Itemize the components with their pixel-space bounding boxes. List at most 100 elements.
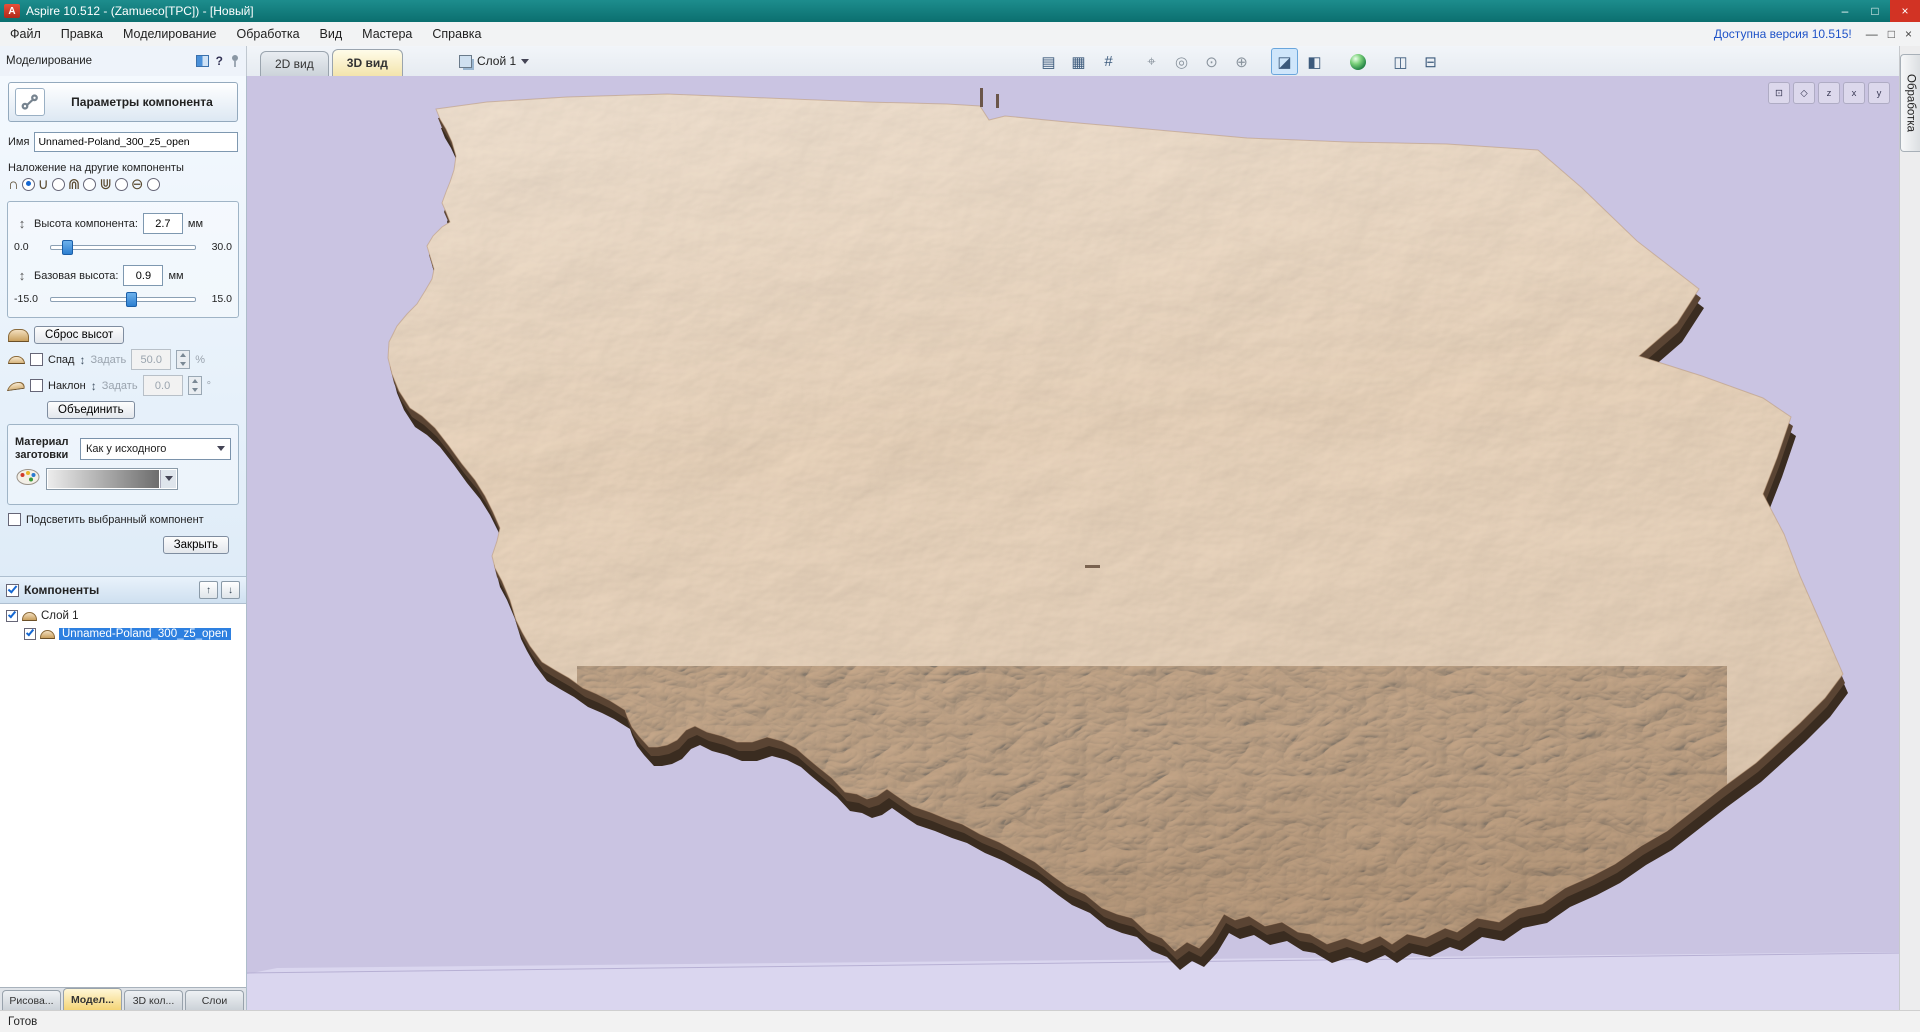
- grid-toggle-icon[interactable]: #: [1095, 48, 1122, 75]
- fade-direction-icon[interactable]: ↕: [79, 353, 85, 367]
- component-height-input[interactable]: [142, 213, 183, 234]
- layer-selector[interactable]: Слой 1: [452, 51, 536, 71]
- menu-edit[interactable]: Правка: [51, 27, 113, 41]
- reset-heights-icon: [8, 328, 29, 342]
- fade-amount-input[interactable]: [131, 349, 172, 370]
- combine-mode-row: ∩ ∪ ⋒ ⋓ ⊖: [8, 177, 238, 192]
- combine-merge-high-radio[interactable]: [83, 178, 97, 191]
- menu-modeling[interactable]: Моделирование: [113, 27, 227, 41]
- reset-heights-button[interactable]: Сброс высот: [34, 326, 125, 344]
- base-height-icon: ↕: [18, 268, 26, 283]
- tilt-direction-icon[interactable]: ↕: [91, 379, 97, 393]
- update-version-link[interactable]: Доступна версия 10.515!: [1714, 27, 1852, 41]
- palette-icon[interactable]: [15, 466, 41, 491]
- panel-tab-layers[interactable]: Слои: [185, 990, 244, 1010]
- tab-3d-view[interactable]: 3D вид: [331, 49, 403, 76]
- move-up-button[interactable]: ↑: [199, 581, 218, 600]
- zoom-drag-icon[interactable]: ⊙: [1198, 48, 1225, 75]
- x-view-button[interactable]: x: [1843, 82, 1865, 104]
- combine-add-radio[interactable]: [21, 178, 35, 191]
- mdi-minimize-button[interactable]: —: [1866, 27, 1878, 41]
- split-view-icon[interactable]: ⊟: [1417, 48, 1444, 75]
- 3d-viewport[interactable]: ⊡ ◇ z x y: [247, 76, 1900, 1010]
- base-height-input[interactable]: [123, 265, 164, 286]
- mdi-restore-button[interactable]: □: [1888, 27, 1895, 41]
- minimize-button[interactable]: –: [1830, 0, 1860, 22]
- move-down-button[interactable]: ↓: [221, 581, 240, 600]
- zoom-window-icon[interactable]: ◎: [1168, 48, 1195, 75]
- combine-subtract-icon: ∪: [37, 176, 49, 193]
- component-visibility-checkbox[interactable]: [24, 628, 36, 641]
- menu-view[interactable]: Вид: [310, 27, 353, 41]
- swatch-dropdown-button[interactable]: [160, 469, 176, 488]
- pin-icon[interactable]: [230, 54, 240, 68]
- single-view-icon[interactable]: ◫: [1387, 48, 1414, 75]
- panel-tab-clipart[interactable]: 3D кол...: [124, 990, 183, 1010]
- tree-row-layer[interactable]: Слой 1: [0, 607, 246, 625]
- material-select[interactable]: Как у исходного: [80, 437, 231, 460]
- fade-spinner[interactable]: [176, 350, 191, 369]
- fade-unit: %: [195, 353, 206, 366]
- window-controls: – □ ×: [1830, 0, 1920, 22]
- menu-file[interactable]: Файл: [0, 27, 51, 41]
- base-height-unit: мм: [168, 269, 184, 282]
- fade-checkbox[interactable]: [30, 353, 43, 366]
- height-slider-max: 30.0: [211, 241, 232, 253]
- z-view-button[interactable]: z: [1818, 82, 1840, 104]
- base-height-slider[interactable]: [50, 291, 196, 307]
- menu-toolpaths[interactable]: Обработка: [227, 27, 310, 41]
- tab-2d-view[interactable]: 2D вид: [260, 51, 329, 76]
- y-view-button[interactable]: y: [1868, 82, 1890, 104]
- tab-toolpaths[interactable]: Обработка: [1900, 54, 1920, 152]
- highlight-row: Подсветить выбранный компонент: [8, 513, 238, 527]
- layer-visibility-checkbox[interactable]: [6, 610, 18, 623]
- panel-tab-modeling[interactable]: Модел...: [63, 988, 122, 1010]
- menu-help[interactable]: Справка: [422, 27, 491, 41]
- combine-subtract-radio[interactable]: [51, 178, 65, 191]
- help-icon[interactable]: ?: [216, 54, 223, 68]
- component-name-input[interactable]: [34, 132, 238, 152]
- toolbar: Моделирование ? 2D вид 3D вид Слой 1 ▤ ▦…: [0, 46, 1920, 77]
- isometric-view-button[interactable]: ⊡: [1768, 82, 1790, 104]
- base-slider-handle[interactable]: [125, 292, 137, 307]
- tree-row-component[interactable]: Unnamed-Poland_300_z5_open: [0, 625, 246, 643]
- panel-tab-drawing[interactable]: Рисова...: [2, 990, 61, 1010]
- mdi-close-button[interactable]: ×: [1905, 27, 1912, 41]
- material-sphere-icon[interactable]: [1344, 48, 1371, 75]
- color-swatch-select[interactable]: [46, 467, 178, 490]
- material-group: Материал заготовки Как у исходного: [7, 424, 239, 506]
- close-panel-button[interactable]: Закрыть: [162, 536, 229, 555]
- highlight-label: Подсветить выбранный компонент: [26, 513, 204, 526]
- tilt-spinner[interactable]: [187, 376, 202, 395]
- right-dock: Обработка: [1899, 46, 1920, 1010]
- menu-gadgets[interactable]: Мастера: [352, 27, 422, 41]
- app-window: { "titlebar": { "title": "Aspire 10.512 …: [0, 0, 1920, 1032]
- toolbar-icons: ▤ ▦ # ⌖ ◎ ⊙ ⊕ ◪ ◧ ◫ ⊟: [1035, 48, 1444, 75]
- combine-multiply-radio[interactable]: [146, 178, 160, 191]
- pan-view-icon[interactable]: ⌖: [1138, 48, 1165, 75]
- shading-toggle-icon[interactable]: ◪: [1271, 48, 1298, 75]
- close-button[interactable]: ×: [1890, 0, 1920, 22]
- zoom-extents-icon[interactable]: ⊕: [1228, 48, 1255, 75]
- tilt-amount-input[interactable]: [142, 375, 183, 396]
- highlight-component-checkbox[interactable]: [8, 513, 21, 527]
- base-height-slider-row: -15.0 15.0: [14, 291, 232, 307]
- height-slider-handle[interactable]: [61, 240, 73, 255]
- wireframe-toggle-icon[interactable]: ◧: [1301, 48, 1328, 75]
- component-height-unit: мм: [187, 217, 204, 230]
- model-spike: [996, 94, 999, 108]
- dock-panel-icon[interactable]: [195, 55, 209, 67]
- maximize-button[interactable]: □: [1860, 0, 1890, 22]
- component-height-slider[interactable]: [50, 239, 196, 255]
- tilt-unit: °: [206, 379, 211, 392]
- plan-view-button[interactable]: ◇: [1793, 82, 1815, 104]
- components-tree: Слой 1 Unnamed-Poland_300_z5_open: [0, 604, 246, 987]
- combine-merge-low-radio[interactable]: [114, 178, 128, 191]
- model-artifact: [1085, 565, 1100, 568]
- merge-button[interactable]: Объединить: [47, 401, 135, 419]
- titlebar: A Aspire 10.512 - (Zamueco[ТРС]) - [Новы…: [0, 0, 1920, 22]
- snap-guides-icon[interactable]: ▤: [1035, 48, 1062, 75]
- snap-grid-icon[interactable]: ▦: [1065, 48, 1092, 75]
- tilt-checkbox[interactable]: [30, 379, 43, 392]
- components-visibility-checkbox[interactable]: [6, 583, 19, 597]
